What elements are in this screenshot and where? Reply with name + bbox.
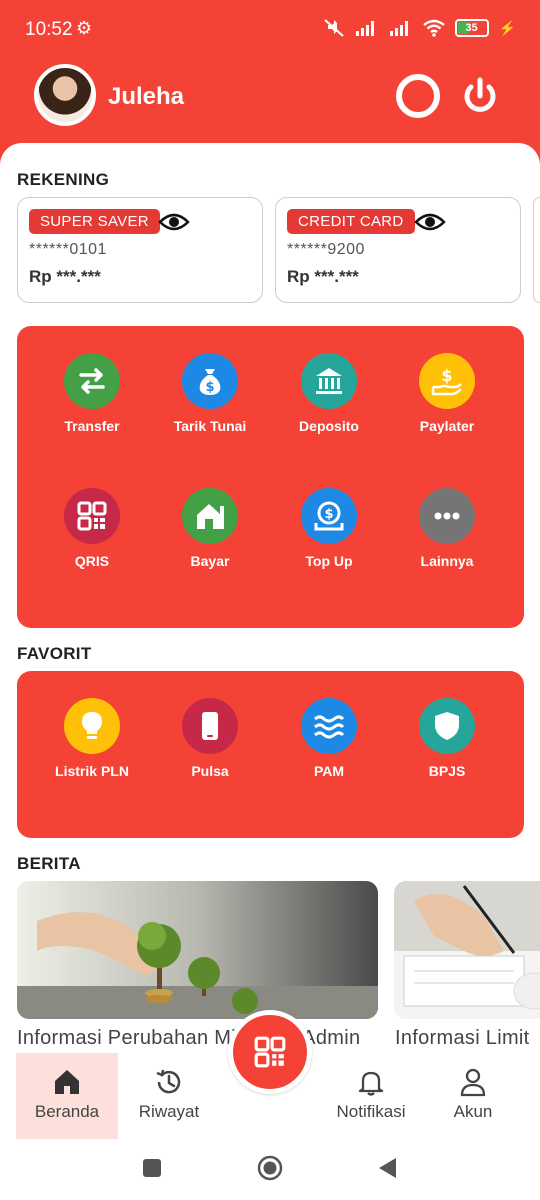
transfer-icon [64,353,120,409]
nav-label: Beranda [34,1102,100,1121]
service-label: Tarik Tunai [173,418,247,434]
service-label: Paylater [419,418,475,434]
home-button[interactable] [256,1154,284,1182]
favorites-panel: Listrik PLN Pulsa PAM BPJS [17,671,524,838]
person-icon [460,1068,486,1097]
service-deposito[interactable]: Deposito [270,353,388,434]
avatar[interactable] [34,64,96,126]
favorite-pam[interactable]: PAM [270,698,388,779]
phone-icon [182,698,238,754]
svg-text:$: $ [205,380,214,395]
eye-icon[interactable] [158,210,190,234]
service-label: QRIS [74,553,110,569]
topup-icon: $ [301,488,357,544]
qr-scan-button[interactable] [228,1010,312,1094]
charging-icon: ⚡ [498,19,516,36]
service-paylater[interactable]: $ Paylater [388,353,506,434]
eye-icon[interactable] [414,210,446,234]
service-label: Top Up [305,553,353,569]
news-image [17,881,378,1019]
power-button[interactable] [456,72,504,120]
news-image [394,881,540,1019]
favorite-label: Listrik PLN [55,763,129,779]
mute-icon [323,19,344,37]
news-title[interactable]: Informasi Limit [395,1027,530,1050]
shield-icon [419,698,475,754]
favorite-listrik-pln[interactable]: Listrik PLN [33,698,151,779]
account-number: ******0101 [29,241,107,258]
service-label: Lainnya [420,553,474,569]
status-time: 10:52 [25,19,73,40]
news-card[interactable] [394,881,540,1019]
favorite-label: PAM [313,763,345,779]
battery-indicator: 35 [454,19,489,37]
service-label: Bayar [190,553,230,569]
back-button[interactable] [376,1156,398,1180]
account-card-peek[interactable] [533,197,540,303]
favorite-label: Pulsa [191,763,229,779]
signal-2-icon [389,21,408,36]
lightbulb-icon [64,698,120,754]
nav-beranda[interactable]: Beranda [16,1053,118,1139]
water-icon [301,698,357,754]
battery-level: 35 [465,22,478,34]
svg-text:$: $ [441,366,452,385]
qr-scan-icon [254,1036,286,1068]
bank-icon [301,353,357,409]
service-label: Transfer [64,418,120,434]
status-bar: 10:52 ⚙ 35 ⚡ [0,0,540,60]
account-balance: Rp ***.*** [287,267,359,286]
account-card[interactable]: SUPER SAVER ******0101 Rp ***.*** [17,197,263,303]
services-panel: Transfer $ Tarik Tunai Deposito $ Paylat… [17,326,524,628]
accounts-section-title: REKENING [17,170,110,189]
house-icon [182,488,238,544]
home-icon [55,1070,79,1094]
nav-akun[interactable]: Akun [422,1053,524,1139]
service-tarik-tunai[interactable]: $ Tarik Tunai [151,353,269,434]
svg-text:$: $ [324,507,333,522]
loading-ring-icon[interactable] [396,74,440,118]
news-card[interactable] [17,881,378,1019]
account-balance: Rp ***.*** [29,267,101,286]
service-label: Deposito [299,418,359,434]
system-nav-bar [0,1140,540,1200]
signal-1-icon [355,21,374,36]
news-section-title: BERITA [17,854,81,873]
money-bag-icon: $ [182,353,238,409]
recents-button[interactable] [141,1157,163,1179]
account-type-badge: CREDIT CARD [287,209,415,234]
favorite-bpjs[interactable]: BPJS [388,698,506,779]
more-icon [419,488,475,544]
service-lainnya[interactable]: Lainnya [388,488,506,569]
favorite-label: BPJS [428,763,466,779]
user-name: Juleha [108,83,185,110]
settings-gear-icon: ⚙ [76,18,93,38]
status-icons: 35 ⚡ [323,18,516,38]
account-card[interactable]: CREDIT CARD ******9200 Rp ***.*** [275,197,521,303]
history-icon [156,1069,181,1094]
service-top-up[interactable]: $ Top Up [270,488,388,569]
account-number: ******9200 [287,241,365,258]
paylater-icon: $ [419,353,475,409]
qris-icon [64,488,120,544]
nav-riwayat[interactable]: Riwayat [118,1053,220,1139]
nav-label: Notifikasi [336,1102,406,1121]
nav-label: Akun [453,1102,493,1121]
nav-label: Riwayat [138,1102,200,1121]
account-type-badge: SUPER SAVER [29,209,160,234]
service-qris[interactable]: QRIS [33,488,151,569]
favorite-pulsa[interactable]: Pulsa [151,698,269,779]
service-transfer[interactable]: Transfer [33,353,151,434]
nav-notifikasi[interactable]: Notifikasi [320,1053,422,1139]
power-icon [464,77,496,112]
bell-icon [358,1071,384,1096]
wifi-icon [422,19,445,37]
service-bayar[interactable]: Bayar [151,488,269,569]
favorites-section-title: FAVORIT [17,644,92,663]
